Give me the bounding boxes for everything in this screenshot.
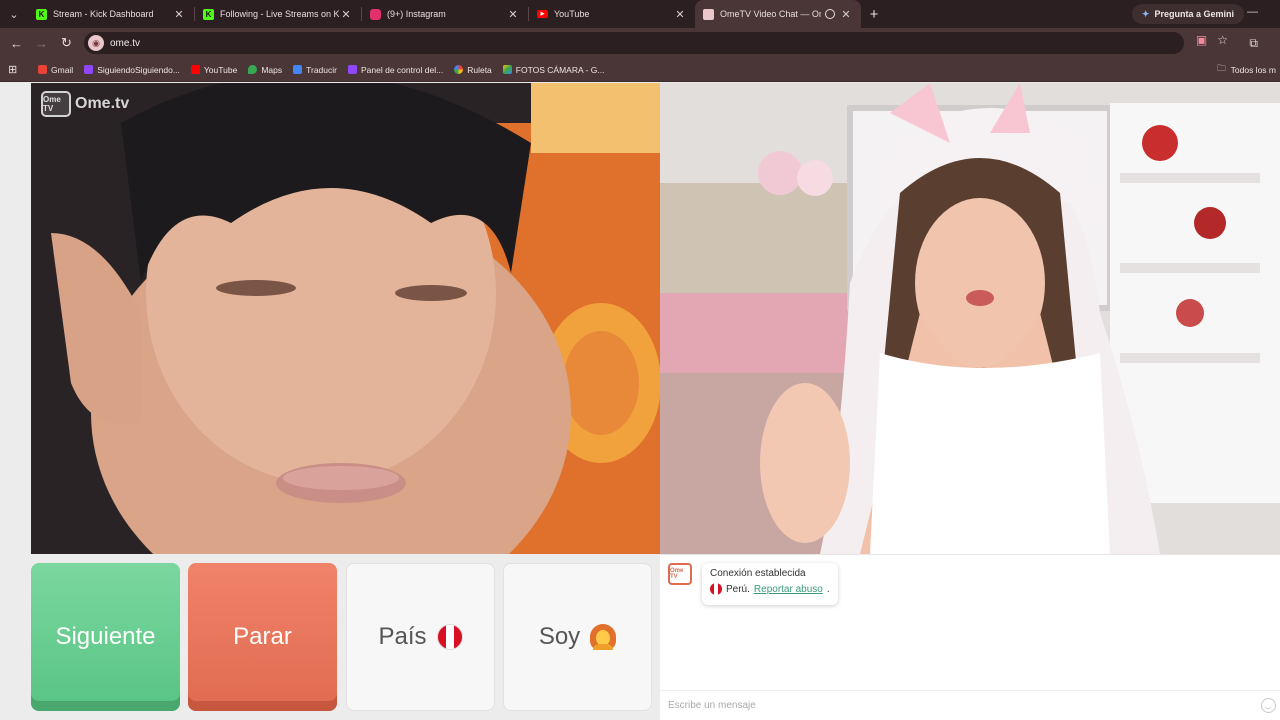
report-abuse-link[interactable]: Reportar abuso	[754, 584, 823, 595]
next-button[interactable]: Siguiente	[31, 563, 180, 711]
country-button-label: País	[378, 623, 427, 650]
bookmark-gmail[interactable]: Gmail	[38, 65, 73, 75]
tab-title: Stream - Kick Dashboard	[53, 9, 154, 19]
tab-ometv[interactable]: OmeTV Video Chat — Omegle ✕	[695, 0, 861, 28]
cast-icon[interactable]: ▣	[1196, 33, 1207, 47]
address-bar: ← → ↻ ◉ ome.tv	[0, 28, 1280, 58]
bookmark-label: FOTOS CÁMARA - G...	[515, 64, 605, 75]
omnibox-actions: ▣ ☆	[1196, 33, 1228, 47]
connection-status: Conexión establecida	[710, 568, 806, 579]
peru-flag-icon	[710, 583, 722, 595]
drive-icon	[502, 65, 512, 74]
gender-button-label: Soy	[538, 623, 581, 650]
twitch-icon	[84, 65, 94, 74]
tv-icon: Ome TV	[41, 91, 71, 117]
twitch-icon	[347, 65, 357, 74]
bookmarks-bar: ⊞ Gmail SiguiendoSiguiendo... YouTube Ma…	[0, 58, 1280, 82]
logo-text: Ome.tv	[75, 95, 130, 112]
message-placeholder[interactable]: Escribe un mensaje	[668, 700, 756, 711]
country-button[interactable]: País	[346, 563, 495, 711]
ometv-page: Ome TV Ome.tv Siguiente Parar País Soy O…	[0, 83, 1280, 720]
new-tab-button[interactable]: +	[861, 6, 887, 23]
stop-button-label: Parar	[233, 623, 292, 650]
close-icon[interactable]: ✕	[172, 8, 186, 21]
url-text[interactable]: ome.tv	[110, 38, 140, 49]
bookmark-translate[interactable]: Traducir	[293, 65, 337, 75]
site-info-icon[interactable]: ◉	[88, 35, 104, 51]
kick-icon: K	[36, 8, 47, 20]
gmail-icon	[38, 65, 47, 74]
youtube-icon	[190, 65, 200, 74]
remote-video-frame	[660, 83, 1280, 554]
close-icon[interactable]: ✕	[506, 8, 520, 21]
gemini-sparkle-icon: ✦	[1141, 8, 1150, 19]
system-message: Conexión establecida Perú. Reportar abus…	[702, 563, 838, 605]
close-icon[interactable]: ✕	[339, 8, 353, 21]
tab-title: OmeTV Video Chat — Omegle	[720, 9, 821, 19]
tab-title: Following - Live Streams on Kick	[220, 9, 339, 19]
tab-search-icon[interactable]: ⌄	[0, 0, 28, 28]
tab-bar: ⌄ K Stream - Kick Dashboard ✕ K Followin…	[0, 0, 1280, 28]
all-bookmarks-folder[interactable]: 🗀 Todos los m	[1217, 58, 1280, 82]
youtube-icon: ▶	[537, 10, 548, 18]
local-video-frame	[31, 83, 660, 554]
tab-youtube[interactable]: ▶ YouTube ✕	[529, 0, 695, 28]
ruleta-icon	[454, 65, 464, 74]
bookmark-ruleta[interactable]: Ruleta	[454, 65, 492, 75]
next-button-label: Siguiente	[55, 623, 156, 650]
gender-button[interactable]: Soy	[503, 563, 652, 711]
forward-icon[interactable]: →	[29, 36, 54, 51]
tab-instagram[interactable]: (9+) Instagram ✕	[362, 0, 528, 28]
emoji-picker-icon[interactable]	[1261, 698, 1276, 713]
bookmark-label: Gmail	[51, 64, 74, 75]
close-icon[interactable]: ✕	[839, 8, 853, 21]
bookmark-fotos[interactable]: FOTOS CÁMARA - G...	[502, 64, 605, 75]
period: .	[826, 583, 830, 595]
bookmark-label: YouTube	[203, 64, 238, 75]
apps-grid-icon[interactable]: ⊞	[8, 63, 28, 76]
bookmark-label: Maps	[261, 64, 283, 75]
reload-icon[interactable]: ↻	[54, 35, 79, 51]
tab-title: (9+) Instagram	[387, 9, 446, 19]
maps-pin-icon	[248, 65, 258, 74]
folder-icon: 🗀	[1217, 63, 1226, 73]
tab-kick-dashboard[interactable]: K Stream - Kick Dashboard ✕	[28, 0, 194, 28]
chat-panel: Ome TV Conexión establecida Perú. Report…	[660, 554, 1280, 720]
woman-emoji-icon	[590, 624, 617, 650]
local-video: Ome TV Ome.tv	[31, 83, 660, 554]
close-icon[interactable]: ✕	[673, 8, 687, 21]
bookmark-label: Ruleta	[467, 64, 492, 75]
ometv-logo: Ome TV Ome.tv	[41, 91, 129, 117]
partner-country: Perú.	[726, 583, 750, 595]
omnibox[interactable]: ◉ ome.tv	[84, 32, 1184, 54]
country-line: Perú. Reportar abuso.	[710, 583, 830, 595]
ometv-icon	[703, 8, 714, 20]
message-input[interactable]: Escribe un mensaje	[660, 690, 1280, 720]
tab-kick-following[interactable]: K Following - Live Streams on Kick ✕	[195, 0, 361, 28]
tab-title: YouTube	[554, 9, 590, 19]
back-icon[interactable]: ←	[4, 36, 29, 51]
ometv-tv-icon: Ome TV	[668, 563, 692, 585]
bookmark-twitch-panel[interactable]: Panel de control del...	[347, 64, 444, 75]
kick-icon: K	[203, 8, 214, 20]
bookmark-label: Traducir	[306, 64, 337, 75]
bookmark-label: SiguiendoSiguiendo...	[97, 64, 180, 75]
instagram-icon	[370, 8, 381, 20]
remote-video	[660, 83, 1280, 554]
bookmark-star-icon[interactable]: ☆	[1217, 33, 1228, 47]
bookmark-twitch-following[interactable]: SiguiendoSiguiendo...	[84, 65, 180, 75]
bookmark-label: Panel de control del...	[360, 64, 444, 75]
bookmark-youtube[interactable]: YouTube	[190, 64, 238, 75]
gemini-button[interactable]: ✦ Pregunta a Gemini	[1131, 4, 1244, 24]
minimize-icon[interactable]: —	[1247, 6, 1258, 18]
stop-button[interactable]: Parar	[188, 563, 337, 711]
gemini-label: Pregunta a Gemini	[1154, 9, 1234, 19]
extensions-icon[interactable]: ⧉	[1249, 36, 1258, 51]
bookmarks-folder-label: Todos los m	[1230, 65, 1276, 75]
peru-flag-icon	[436, 624, 463, 650]
recording-icon	[825, 9, 835, 19]
translate-icon	[293, 65, 303, 74]
bookmark-maps[interactable]: Maps	[248, 65, 282, 75]
